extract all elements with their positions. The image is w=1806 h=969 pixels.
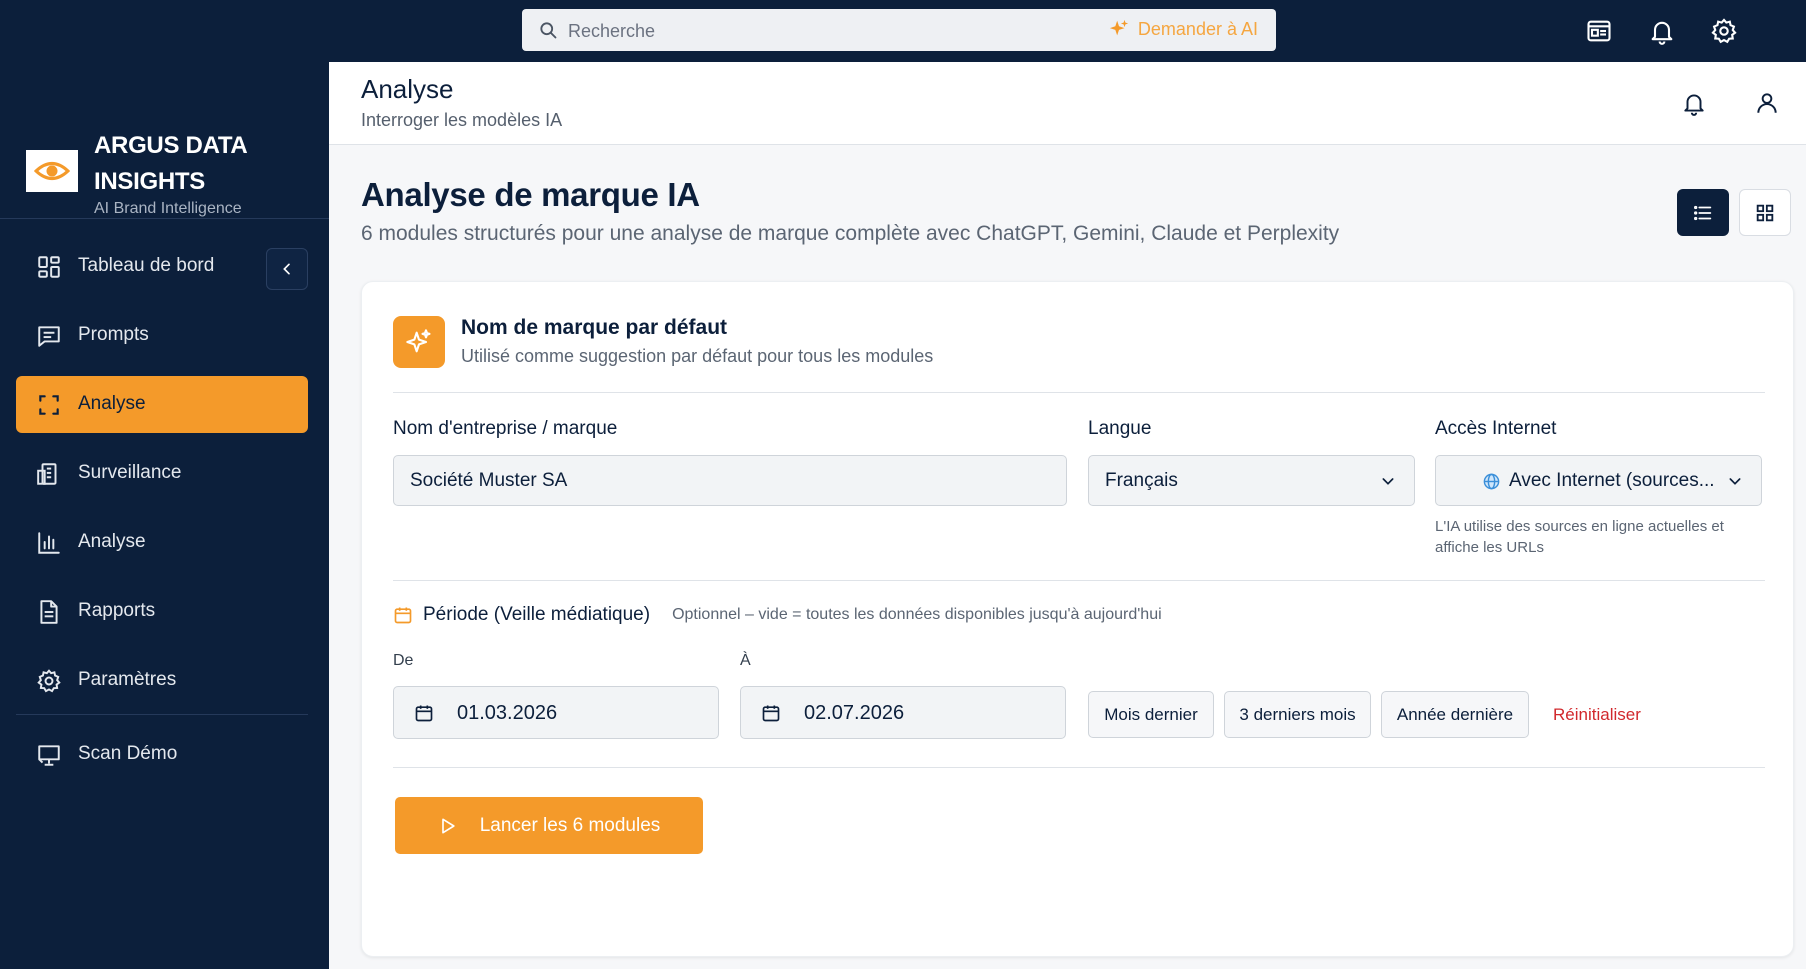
sidebar-item-label: Prompts	[78, 324, 149, 345]
reset-link[interactable]: Réinitialiser	[1553, 705, 1641, 725]
ask-ai-button[interactable]: Demander à AI	[1108, 18, 1258, 40]
card-icon	[393, 316, 445, 368]
sidebar-item-label: Rapports	[78, 600, 156, 621]
search-bar[interactable]: Recherche Demander à AI	[522, 9, 1276, 51]
language-label: Langue	[1088, 418, 1152, 439]
sidebar-item-analyse-active[interactable]: Analyse	[16, 376, 308, 433]
document-icon	[40, 600, 58, 624]
chevron-down-icon	[1729, 478, 1741, 485]
list-view-button[interactable]	[1677, 189, 1729, 236]
monitor-icon	[37, 463, 57, 485]
language-select[interactable]: Français	[1088, 455, 1415, 506]
last-3-months-button[interactable]: 3 derniers mois	[1224, 691, 1371, 738]
presentation-icon	[38, 745, 60, 766]
bar-chart-icon	[38, 532, 60, 554]
search-placeholder: Recherche	[568, 21, 656, 41]
language-value: Français	[1105, 470, 1178, 491]
to-label: À	[740, 652, 751, 669]
sparkle-icon	[406, 329, 431, 353]
company-input[interactable]: Société Muster SA	[393, 455, 1067, 506]
grid-icon	[1756, 204, 1774, 221]
last-month-button[interactable]: Mois dernier	[1088, 691, 1214, 738]
sidebar-divider	[0, 218, 329, 219]
header-subtitle: Interroger les modèles IA	[361, 110, 563, 130]
bell-icon[interactable]	[1648, 17, 1676, 45]
internet-value: Avec Internet (sources...	[1509, 470, 1715, 491]
sidebar-item-analyse-stats[interactable]: Analyse	[16, 514, 308, 571]
calendar-icon	[415, 705, 433, 722]
brand-tagline: AI Brand Intelligence	[94, 200, 242, 217]
sidebar-item-scan-demo[interactable]: Scan Démo	[16, 726, 308, 783]
dashboard-icon	[38, 256, 60, 278]
sidebar-item-label: Paramètres	[78, 669, 177, 690]
card-title: Nom de marque par défaut	[461, 316, 728, 339]
sidebar-item-dashboard[interactable]: Tableau de bord	[16, 238, 308, 295]
main-header: Analyse Interroger les modèles IA	[329, 62, 1806, 145]
calendar-icon	[762, 705, 780, 722]
period-hint: Optionnel – vide = toutes les données di…	[672, 606, 1162, 623]
news-icon[interactable]	[1585, 17, 1613, 45]
from-date-value: 01.03.2026	[457, 702, 558, 724]
sidebar-item-label: Scan Démo	[78, 743, 178, 764]
brand-name: ARGUS DATA INSIGHTS	[94, 132, 247, 195]
to-date-value: 02.07.2026	[804, 702, 905, 724]
message-icon	[38, 326, 60, 347]
sidebar-item-prompts[interactable]: Prompts	[16, 307, 308, 364]
logo	[26, 150, 78, 192]
card-subtitle: Utilisé comme suggestion par défaut pour…	[461, 346, 934, 366]
internet-label: Accès Internet	[1435, 418, 1557, 439]
page-subtitle: 6 modules structurés pour une analyse de…	[361, 222, 1340, 245]
sidebar-divider	[16, 714, 308, 715]
period-label: Période (Veille médiatique)	[423, 604, 651, 625]
company-value: Société Muster SA	[410, 470, 568, 491]
play-icon	[441, 818, 455, 833]
top-bar: Recherche Demander à AI	[0, 0, 1806, 62]
brand-analysis-card: Nom de marque par défaut Utilisé comme s…	[361, 281, 1794, 957]
chevron-down-icon	[1382, 478, 1394, 485]
list-icon	[1694, 205, 1712, 220]
divider	[393, 580, 1765, 581]
run-button-label: Lancer les 6 modules	[479, 814, 661, 836]
last-year-button[interactable]: Année dernière	[1381, 691, 1529, 738]
sidebar-item-label: Surveillance	[78, 462, 182, 483]
sidebar-item-label: Tableau de bord	[78, 255, 215, 276]
company-label: Nom d'entreprise / marque	[393, 418, 618, 439]
divider	[393, 392, 1765, 393]
period-header: Période (Veille médiatique) Optionnel – …	[393, 604, 1162, 626]
bell-icon[interactable]	[1681, 90, 1707, 116]
internet-hint: L'IA utilise des sources en ligne actuel…	[1435, 518, 1724, 556]
sidebar-item-surveillance[interactable]: Surveillance	[16, 445, 308, 502]
sparkle-icon	[1109, 19, 1129, 36]
calendar-icon	[394, 607, 412, 624]
sidebar-item-rapports[interactable]: Rapports	[16, 583, 308, 640]
from-label: De	[393, 652, 414, 669]
search-icon	[540, 22, 557, 39]
sidebar-item-label: Analyse	[78, 531, 146, 552]
chevron-left-icon	[283, 263, 290, 275]
gear-icon	[37, 669, 61, 693]
from-date-input[interactable]: 01.03.2026	[393, 686, 719, 739]
sidebar-item-parametres[interactable]: Paramètres	[16, 652, 308, 709]
ask-ai-label: Demander à AI	[1137, 18, 1258, 39]
scan-icon	[39, 395, 59, 415]
run-modules-button[interactable]: Lancer les 6 modules	[395, 797, 703, 854]
internet-select[interactable]: Avec Internet (sources...	[1435, 455, 1762, 506]
sidebar-item-label: Analyse	[78, 393, 146, 414]
divider	[393, 767, 1765, 768]
grid-view-button[interactable]	[1739, 189, 1791, 236]
globe-icon	[1483, 473, 1500, 490]
to-date-input[interactable]: 02.07.2026	[740, 686, 1066, 739]
eye-logo-icon	[34, 162, 70, 180]
sidebar: ARGUS DATA INSIGHTS AI Brand Intelligenc…	[0, 62, 329, 969]
gear-icon[interactable]	[1710, 17, 1738, 45]
user-icon[interactable]	[1754, 90, 1780, 116]
collapse-sidebar-button[interactable]	[266, 248, 308, 290]
header-title: Analyse	[361, 74, 454, 104]
page-title: Analyse de marque IA	[361, 176, 700, 213]
